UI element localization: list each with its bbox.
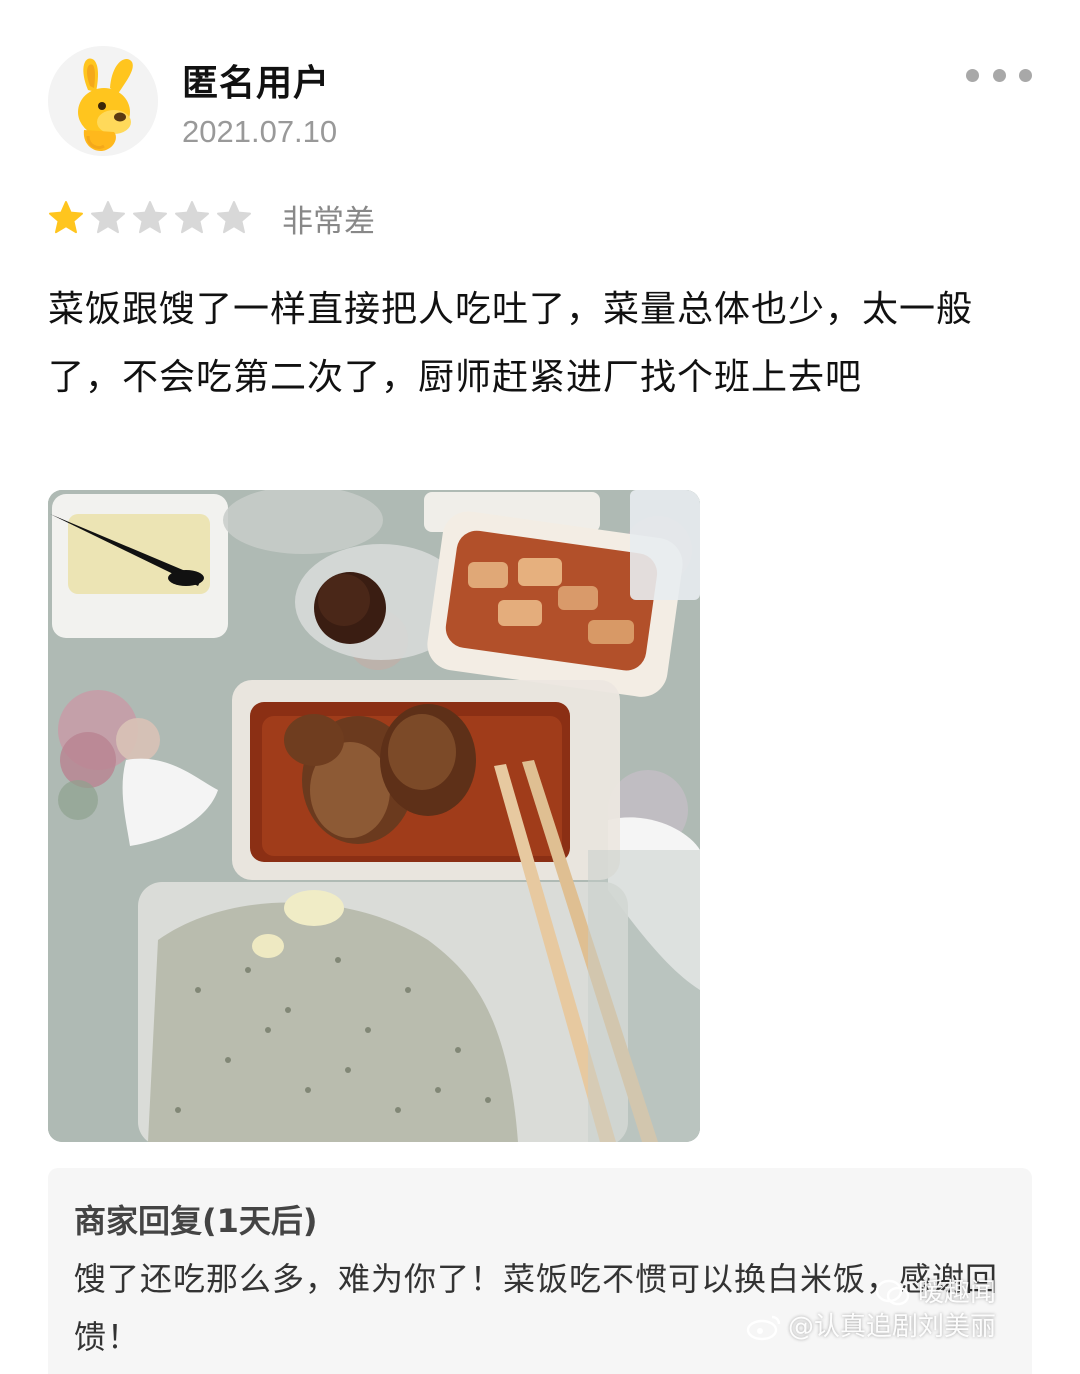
star-empty-icon (217, 201, 251, 234)
watermark: 暖趣闻 @认真追剧刘美丽 (746, 1276, 996, 1344)
review-photo[interactable] (48, 490, 700, 1142)
wechat-icon (875, 1279, 910, 1306)
review-header: 匿名用户 2021.07.10 (48, 46, 1032, 166)
merchant-reply-title: 商家回复(1天后) (74, 1202, 318, 1240)
review-page: 匿名用户 2021.07.10 非常差 菜饭跟馊了一样直接把人吃吐了，菜量总体也… (0, 0, 1080, 1374)
review-date: 2021.07.10 (182, 114, 338, 149)
rating-label: 非常差 (282, 203, 375, 240)
star-rating: 非常差 (48, 190, 375, 246)
watermark-handle: @认真追剧刘美丽 (787, 1312, 996, 1342)
username[interactable]: 匿名用户 (182, 54, 330, 106)
avatar[interactable] (48, 46, 158, 156)
more-dot-icon (1019, 68, 1032, 82)
watermark-account: 暖趣闻 (917, 1278, 996, 1308)
review-text: 菜饭跟馊了一样直接把人吃吐了，菜量总体也少，太一般了，不会吃第二次了，厨师赶紧进… (48, 289, 974, 398)
merchant-reply: 商家回复(1天后) 馊了还吃那么多，难为你了！菜饭吃不惯可以换白米饭，感谢回馈！… (48, 1168, 1032, 1374)
star-empty-icon (175, 201, 209, 234)
more-dot-icon (966, 68, 979, 82)
stars-row (48, 200, 252, 236)
weibo-icon (746, 1315, 781, 1341)
food-photo-image (48, 490, 700, 1142)
dog-mascot-icon (48, 46, 158, 156)
more-options-button[interactable] (966, 60, 1032, 90)
star-empty-icon (91, 201, 125, 234)
star-empty-icon (133, 201, 167, 234)
star-filled-icon (49, 201, 83, 234)
more-dot-icon (992, 68, 1006, 82)
